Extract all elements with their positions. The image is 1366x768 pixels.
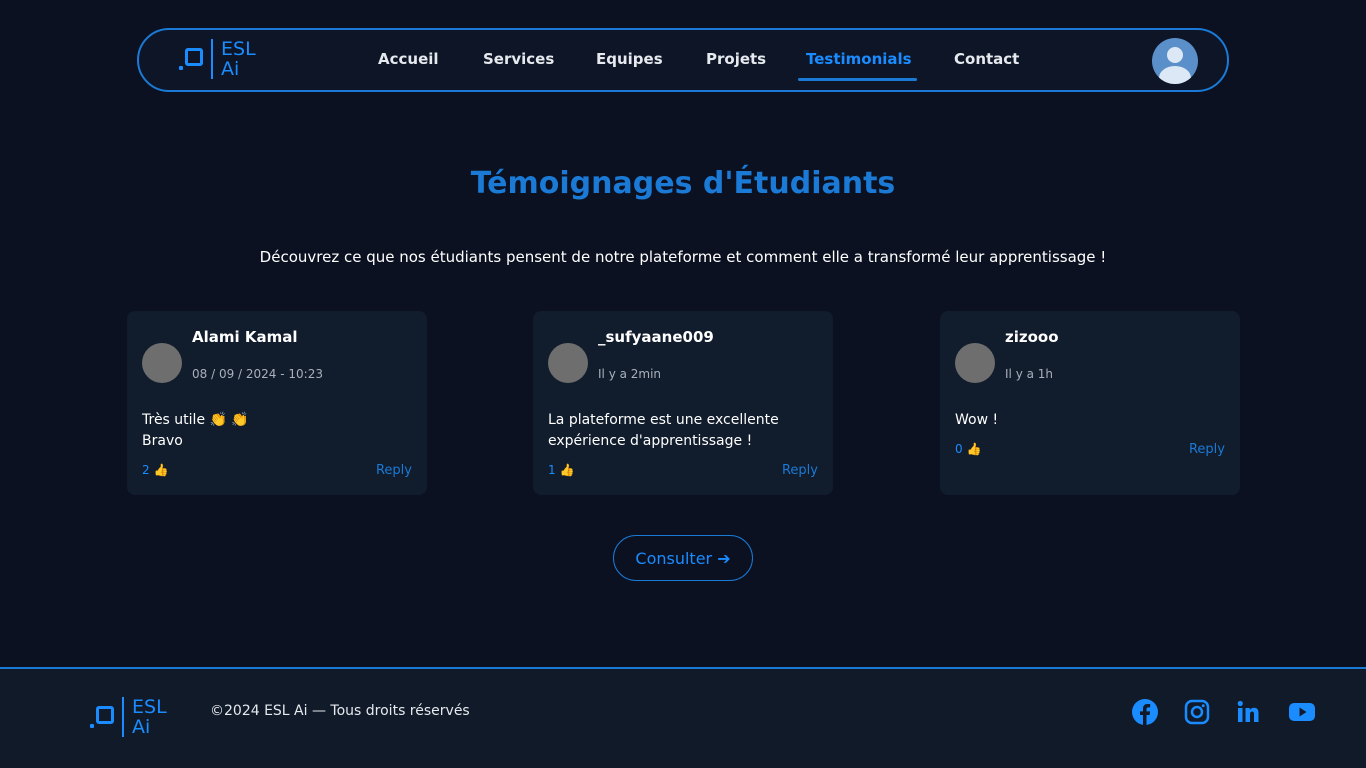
testimonial-author: Alami Kamal <box>192 328 298 346</box>
nav-link-contact[interactable]: Contact <box>954 50 1019 68</box>
consulter-button[interactable]: Consulter ➔ <box>613 535 753 581</box>
logo-divider <box>122 697 124 737</box>
logo-text-line-2: Ai <box>132 716 151 738</box>
reply-link[interactable]: Reply <box>782 463 818 478</box>
footer: ESL Ai ©2024 ESL Ai — Tous droits réserv… <box>0 667 1366 768</box>
logo-text-line-1: ESL <box>132 696 167 718</box>
section-title: Témoignages d'Étudiants <box>470 166 896 201</box>
nav-link-testimonials[interactable]: Testimonials <box>806 50 912 68</box>
testimonial-text-line: Bravo <box>142 433 183 449</box>
active-nav-indicator <box>798 78 917 81</box>
testimonial-card: Alami Kamal 08 / 09 / 2024 - 10:23 Très … <box>127 311 427 495</box>
testimonial-author: zizooo <box>1005 328 1059 346</box>
testimonial-text-line: Wow ! <box>955 412 999 428</box>
testimonial-card: zizooo Il y a 1h Wow ! 0 👍 Reply <box>940 311 1240 495</box>
footer-logo[interactable]: ESL Ai <box>90 697 167 737</box>
testimonial-text-line: expérience d'apprentissage ! <box>548 433 753 449</box>
nav-link-projets[interactable]: Projets <box>706 50 766 68</box>
testimonial-time: Il y a 2min <box>598 367 662 381</box>
nav-link-services[interactable]: Services <box>483 50 554 68</box>
avatar <box>955 343 995 383</box>
linkedin-icon[interactable] <box>1234 698 1262 726</box>
testimonial-time: Il y a 1h <box>1005 367 1054 381</box>
facebook-icon[interactable] <box>1131 698 1159 726</box>
testimonial-text: Très utile 👏 👏 Bravo <box>142 410 412 452</box>
testimonial-text: La plateforme est une excellente expérie… <box>548 410 818 452</box>
nav-links: Accueil Services Equipes Projets Testimo… <box>139 30 1227 90</box>
user-avatar-icon[interactable] <box>1152 38 1198 84</box>
nav-link-accueil[interactable]: Accueil <box>378 50 439 68</box>
section-subtitle: Découvrez ce que nos étudiants pensent d… <box>259 248 1107 266</box>
instagram-icon[interactable] <box>1183 698 1211 726</box>
copyright-text: ©2024 ESL Ai — Tous droits réservés <box>210 703 470 719</box>
reply-link[interactable]: Reply <box>376 463 412 478</box>
like-count[interactable]: 0 👍 <box>955 442 981 456</box>
like-count[interactable]: 1 👍 <box>548 463 574 477</box>
youtube-icon[interactable] <box>1288 698 1316 726</box>
testimonial-text-line: La plateforme est une excellente <box>548 412 779 428</box>
testimonial-text: Wow ! <box>955 410 1225 431</box>
testimonial-author: _sufyaane009 <box>598 328 714 346</box>
like-count[interactable]: 2 👍 <box>142 463 168 477</box>
testimonial-time: 08 / 09 / 2024 - 10:23 <box>192 367 323 381</box>
testimonial-text-line: Très utile 👏 👏 <box>142 412 249 428</box>
navbar: ESL Ai Accueil Services Equipes Projets … <box>137 28 1229 92</box>
avatar <box>142 343 182 383</box>
nav-link-equipes[interactable]: Equipes <box>596 50 663 68</box>
logo-text: ESL Ai <box>132 697 167 737</box>
testimonial-card: _sufyaane009 Il y a 2min La plateforme e… <box>533 311 833 495</box>
avatar <box>548 343 588 383</box>
reply-link[interactable]: Reply <box>1189 442 1225 457</box>
logo-mark-icon <box>90 704 116 730</box>
